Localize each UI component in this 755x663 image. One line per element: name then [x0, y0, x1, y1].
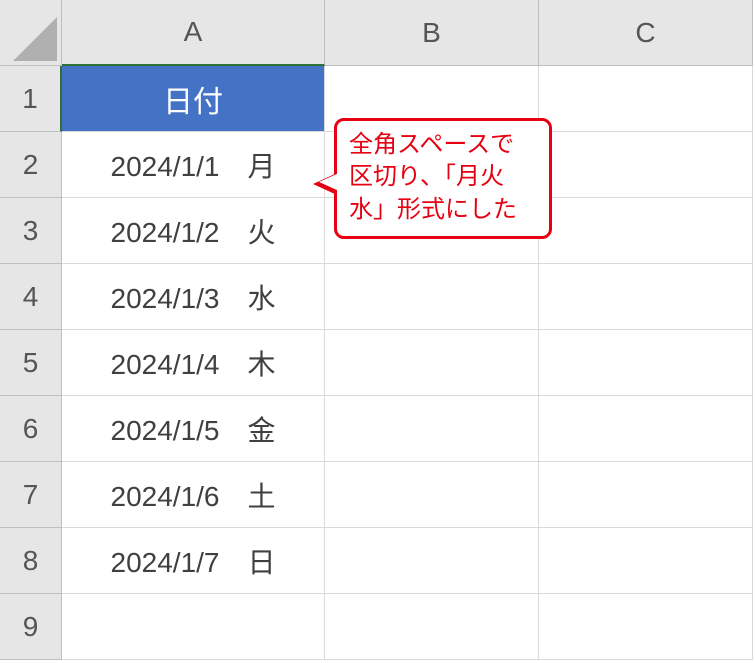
cell-B9[interactable]: [325, 594, 539, 660]
row-header-6[interactable]: 6: [0, 396, 62, 462]
cell-B5[interactable]: [325, 330, 539, 396]
row-header-5[interactable]: 5: [0, 330, 62, 396]
cell-A1[interactable]: 日付: [62, 66, 325, 132]
cell-A5[interactable]: 2024/1/4 木: [62, 330, 325, 396]
cell-A8[interactable]: 2024/1/7 日: [62, 528, 325, 594]
row-header-3[interactable]: 3: [0, 198, 62, 264]
cell-B6[interactable]: [325, 396, 539, 462]
row-header-1[interactable]: 1: [0, 66, 62, 132]
cell-C8[interactable]: [539, 528, 753, 594]
spreadsheet-grid: A B C 1 日付 2 2024/1/1 月 3 2024/1/2 火 4 2…: [0, 0, 755, 660]
cell-C1[interactable]: [539, 66, 753, 132]
callout-annotation: 全角スペースで区切り、「月火水」形式にした: [334, 118, 552, 239]
cell-A6[interactable]: 2024/1/5 金: [62, 396, 325, 462]
column-header-B[interactable]: B: [325, 0, 539, 66]
cell-C3[interactable]: [539, 198, 753, 264]
cell-C2[interactable]: [539, 132, 753, 198]
cell-A3[interactable]: 2024/1/2 火: [62, 198, 325, 264]
row-header-4[interactable]: 4: [0, 264, 62, 330]
cell-A4[interactable]: 2024/1/3 水: [62, 264, 325, 330]
row-header-7[interactable]: 7: [0, 462, 62, 528]
cell-A7[interactable]: 2024/1/6 土: [62, 462, 325, 528]
cell-C6[interactable]: [539, 396, 753, 462]
cell-A9[interactable]: [62, 594, 325, 660]
cell-C5[interactable]: [539, 330, 753, 396]
row-header-8[interactable]: 8: [0, 528, 62, 594]
cell-B4[interactable]: [325, 264, 539, 330]
column-header-A[interactable]: A: [62, 0, 325, 66]
row-header-2[interactable]: 2: [0, 132, 62, 198]
cell-C7[interactable]: [539, 462, 753, 528]
cell-B8[interactable]: [325, 528, 539, 594]
cell-C4[interactable]: [539, 264, 753, 330]
select-all-corner[interactable]: [0, 0, 62, 66]
cell-A2[interactable]: 2024/1/1 月: [62, 132, 325, 198]
cell-B7[interactable]: [325, 462, 539, 528]
row-header-9[interactable]: 9: [0, 594, 62, 660]
cell-C9[interactable]: [539, 594, 753, 660]
column-header-C[interactable]: C: [539, 0, 753, 66]
